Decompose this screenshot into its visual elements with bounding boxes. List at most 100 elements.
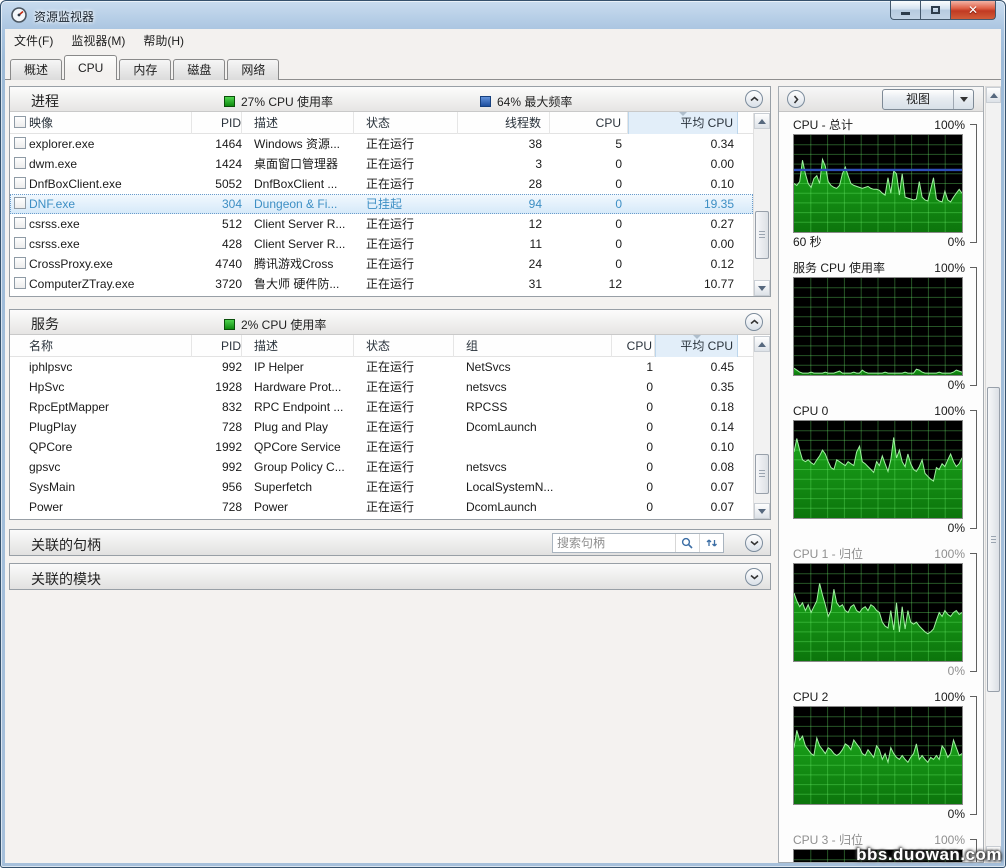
table-row[interactable]: Power728Power正在运行DcomLaunch00.07	[10, 497, 753, 517]
refresh-arrows-icon	[706, 537, 718, 549]
tab-overview[interactable]: 概述	[10, 59, 62, 80]
cell-avg: 0.35	[655, 377, 738, 397]
modules-expand-button[interactable]	[745, 568, 763, 586]
handle-search-box	[552, 533, 724, 553]
table-row[interactable]: PlugPlay728Plug and Play正在运行DcomLaunch00…	[10, 417, 753, 437]
table-row[interactable]: DnfBoxClient.exe5052DnfBoxClient ...正在运行…	[10, 174, 753, 194]
modules-section: 关联的模块	[9, 563, 771, 590]
cell-pid: 3720	[192, 274, 242, 294]
scrollbar-thumb[interactable]	[755, 211, 769, 259]
table-row[interactable]: SysMain956Superfetch正在运行LocalSystemN...0…	[10, 477, 753, 497]
row-checkbox[interactable]	[14, 257, 26, 269]
sort-indicator-icon	[693, 335, 701, 339]
cell-desc: Power	[242, 497, 354, 517]
column-header-avg-cpu[interactable]: 平均 CPU	[655, 335, 738, 357]
tab-disk[interactable]: 磁盘	[173, 59, 225, 80]
refresh-search-button[interactable]	[699, 534, 723, 552]
column-header-avg-cpu[interactable]: 平均 CPU	[628, 112, 738, 134]
table-row[interactable]: iphlpsvc992IP Helper正在运行NetSvcs10.45	[10, 357, 753, 377]
resource-monitor-window: 资源监视器 ✕ 文件(F) 监视器(M) 帮助(H) 概述 CPU 内存 磁盘 …	[0, 0, 1006, 868]
view-button[interactable]: 视图	[882, 89, 974, 110]
row-checkbox[interactable]	[14, 157, 26, 169]
select-all-checkbox[interactable]	[14, 116, 26, 128]
processes-collapse-button[interactable]	[745, 90, 763, 108]
column-header-pid[interactable]: PID	[192, 335, 242, 357]
table-row[interactable]: CrossProxy.exe4740腾讯游戏Cross正在运行2400.12	[10, 254, 753, 274]
cell-pid: 1464	[192, 134, 242, 154]
services-panel-header[interactable]: 服务 2% CPU 使用率	[10, 310, 770, 335]
column-header-description[interactable]: 描述	[242, 335, 354, 357]
menu-item-help[interactable]: 帮助(H)	[134, 28, 193, 53]
tab-cpu[interactable]: CPU	[64, 55, 117, 80]
table-row[interactable]: RpcEptMapper832RPC Endpoint ...正在运行RPCSS…	[10, 397, 753, 417]
maximize-button[interactable]	[920, 1, 950, 20]
table-row[interactable]: csrss.exe512Client Server R...正在运行1200.2…	[10, 214, 753, 234]
cell-desc: Windows 资源...	[242, 134, 354, 154]
charts-pane-toolbar: 视图	[779, 87, 983, 112]
scrollbar-thumb[interactable]	[987, 387, 1000, 692]
chart-ymin-label: 0%	[948, 519, 965, 537]
table-row[interactable]: ComputerZTray.exe3720鲁大师 硬件防...正在运行31121…	[10, 274, 753, 294]
cell-status: 正在运行	[354, 274, 458, 294]
charts-pane: 视图 CPU - 总计100%60 秒0%服务 CPU 使用率100%0%CPU…	[778, 86, 984, 863]
column-header-image[interactable]: 映像	[10, 112, 192, 134]
view-dropdown-button[interactable]	[953, 90, 973, 109]
column-header-pid[interactable]: PID	[192, 112, 242, 134]
collapse-charts-pane-button[interactable]	[787, 90, 805, 108]
scroll-down-button[interactable]	[754, 503, 770, 519]
column-header-cpu[interactable]: CPU	[550, 112, 628, 134]
cell-desc: 腾讯游戏Cross	[242, 254, 354, 274]
table-row[interactable]: QPCore1992QPCore Service正在运行00.10	[10, 437, 753, 457]
column-header-status[interactable]: 状态	[354, 335, 454, 357]
table-row[interactable]: HpSvc1928Hardware Prot...正在运行netsvcs00.3…	[10, 377, 753, 397]
processes-scrollbar[interactable]	[753, 113, 770, 296]
search-button[interactable]	[675, 534, 699, 552]
table-row[interactable]: gpsvc992Group Policy C...正在运行netsvcs00.0…	[10, 457, 753, 477]
processes-panel-header[interactable]: 进程 27% CPU 使用率 64% 最大频率	[10, 87, 770, 112]
close-button[interactable]: ✕	[950, 1, 996, 20]
column-header-status[interactable]: 状态	[354, 112, 458, 134]
sort-indicator-icon	[679, 112, 687, 116]
minimize-button[interactable]	[890, 1, 920, 20]
handle-search-input[interactable]	[553, 534, 675, 552]
charts-pane-scrollbar[interactable]	[985, 86, 1001, 863]
scroll-up-button[interactable]	[754, 113, 770, 129]
row-checkbox[interactable]	[14, 197, 26, 209]
handles-expand-button[interactable]	[745, 534, 763, 552]
cell-threads: 28	[458, 174, 550, 194]
view-button-label: 视图	[883, 90, 953, 109]
row-checkbox[interactable]	[14, 237, 26, 249]
scroll-up-button[interactable]	[754, 336, 770, 352]
column-header-cpu[interactable]: CPU	[612, 335, 655, 357]
table-row[interactable]: dwm.exe1424桌面窗口管理器正在运行300.00	[10, 154, 753, 174]
column-header-threads[interactable]: 线程数	[458, 112, 550, 134]
table-row[interactable]: DNF.exe304Dungeon & Fi...已挂起94019.35	[10, 194, 753, 214]
services-scrollbar[interactable]	[753, 336, 770, 519]
scroll-up-button[interactable]	[986, 87, 1001, 103]
close-icon: ✕	[968, 3, 978, 17]
menu-item-file[interactable]: 文件(F)	[5, 28, 62, 53]
table-row[interactable]: csrss.exe428Client Server R...正在运行1100.0…	[10, 234, 753, 254]
scroll-down-button[interactable]	[754, 280, 770, 296]
chevron-up-icon	[750, 96, 759, 102]
cell-group: DcomLaunch	[454, 417, 612, 437]
menu-item-monitor[interactable]: 监视器(M)	[62, 28, 134, 53]
column-header-description[interactable]: 描述	[242, 112, 354, 134]
column-header-group[interactable]: 组	[454, 335, 612, 357]
cell-status: 正在运行	[354, 214, 458, 234]
scrollbar-thumb[interactable]	[755, 454, 769, 494]
services-collapse-button[interactable]	[745, 313, 763, 331]
table-row[interactable]: explorer.exe1464Windows 资源...正在运行3850.34	[10, 134, 753, 154]
cell-status: 正在运行	[354, 477, 454, 497]
row-checkbox[interactable]	[14, 137, 26, 149]
cell-name: QPCore	[10, 437, 192, 457]
column-header-name[interactable]: 名称	[10, 335, 192, 357]
row-checkbox[interactable]	[14, 177, 26, 189]
chart-ymin-label: 0%	[948, 376, 965, 394]
cell-status: 正在运行	[354, 437, 454, 457]
tab-network[interactable]: 网络	[227, 59, 279, 80]
cell-pid: 4740	[192, 254, 242, 274]
tab-memory[interactable]: 内存	[119, 59, 171, 80]
row-checkbox[interactable]	[14, 277, 26, 289]
row-checkbox[interactable]	[14, 217, 26, 229]
